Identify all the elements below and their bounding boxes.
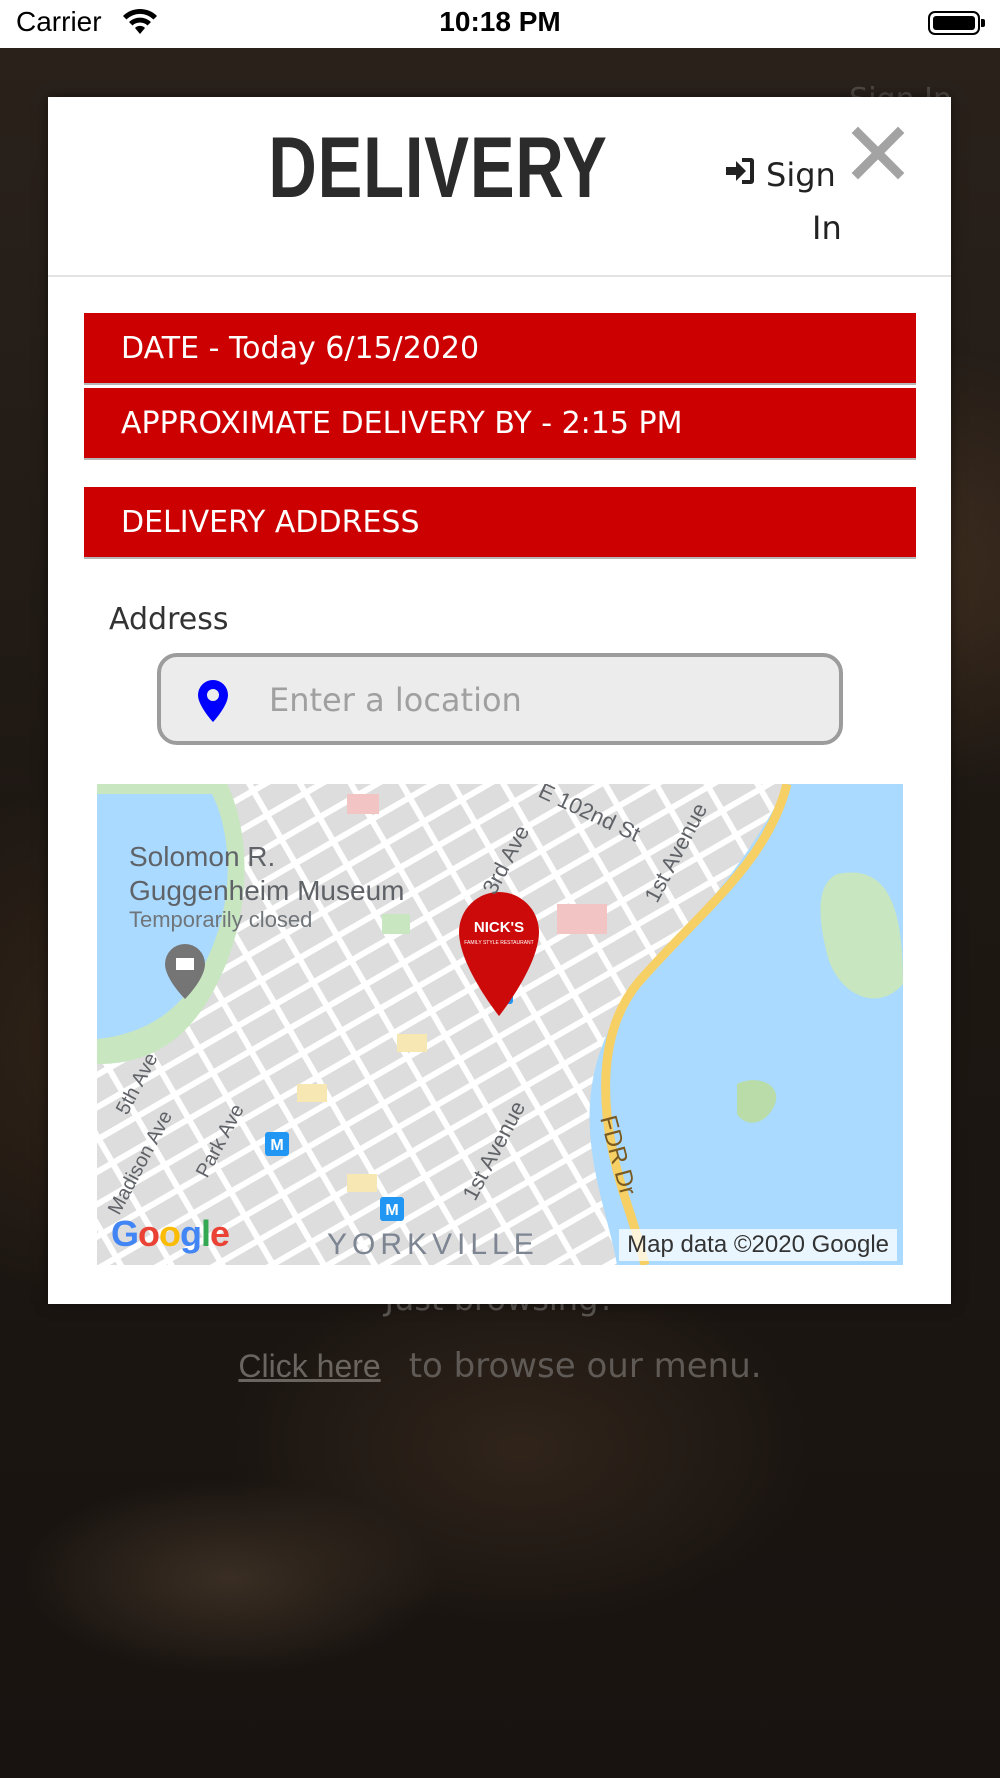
modal-title: DELIVERY [268,120,608,216]
museum-name-line1: Solomon R. [129,841,275,872]
svg-text:M: M [270,1137,283,1154]
sign-in-icon [724,149,766,202]
marker-brand: NICK'S [474,919,524,936]
battery-icon [928,11,985,35]
delivery-address-bar[interactable]: DELIVERY ADDRESS [84,487,916,559]
modal-header: DELIVERY Sign In [48,97,951,277]
address-input[interactable] [267,671,811,729]
sign-in-label-top: Sign [766,156,836,194]
subway-marker: M [380,1197,404,1221]
sign-in-link[interactable]: Sign In [724,149,844,255]
address-field[interactable] [157,653,843,745]
marker-tagline: FAMILY STYLE RESTAURANT [464,940,533,946]
sign-in-label-bottom: In [812,209,842,247]
map-view[interactable]: M M NICK'S FAMILY STYLE RESTAURANT Solom… [97,784,903,1265]
close-button[interactable] [848,123,908,183]
click-here-link[interactable]: Click here [238,1348,380,1384]
location-pin-icon [197,679,229,727]
date-bar[interactable]: DATE - Today 6/15/2020 [84,313,916,385]
museum-name-line2: Guggenheim Museum [129,875,404,906]
approx-delivery-bar[interactable]: APPROXIMATE DELIVERY BY - 2:15 PM [84,388,916,460]
browse-menu-text: to browse our menu. [408,1346,762,1386]
delivery-modal: DELIVERY Sign In DATE - Today 6/15/2020 … [48,97,951,1304]
close-icon [851,126,905,180]
svg-text:M: M [385,1202,398,1219]
google-logo: Google [111,1213,230,1254]
museum-status: Temporarily closed [129,907,312,932]
neighborhood-label-yorkville: YORKVILLE [327,1228,539,1261]
background-browse-line: Click here to browse our menu. [0,1346,1000,1386]
status-bar: Carrier 10:18 PM [0,0,1000,48]
address-label: Address [109,602,229,637]
map-canvas: M M NICK'S FAMILY STYLE RESTAURANT Solom… [97,784,903,1265]
clock: 10:18 PM [439,6,561,37]
subway-marker: M [265,1132,289,1156]
map-credit[interactable]: Map data ©2020 Google [619,1229,897,1261]
